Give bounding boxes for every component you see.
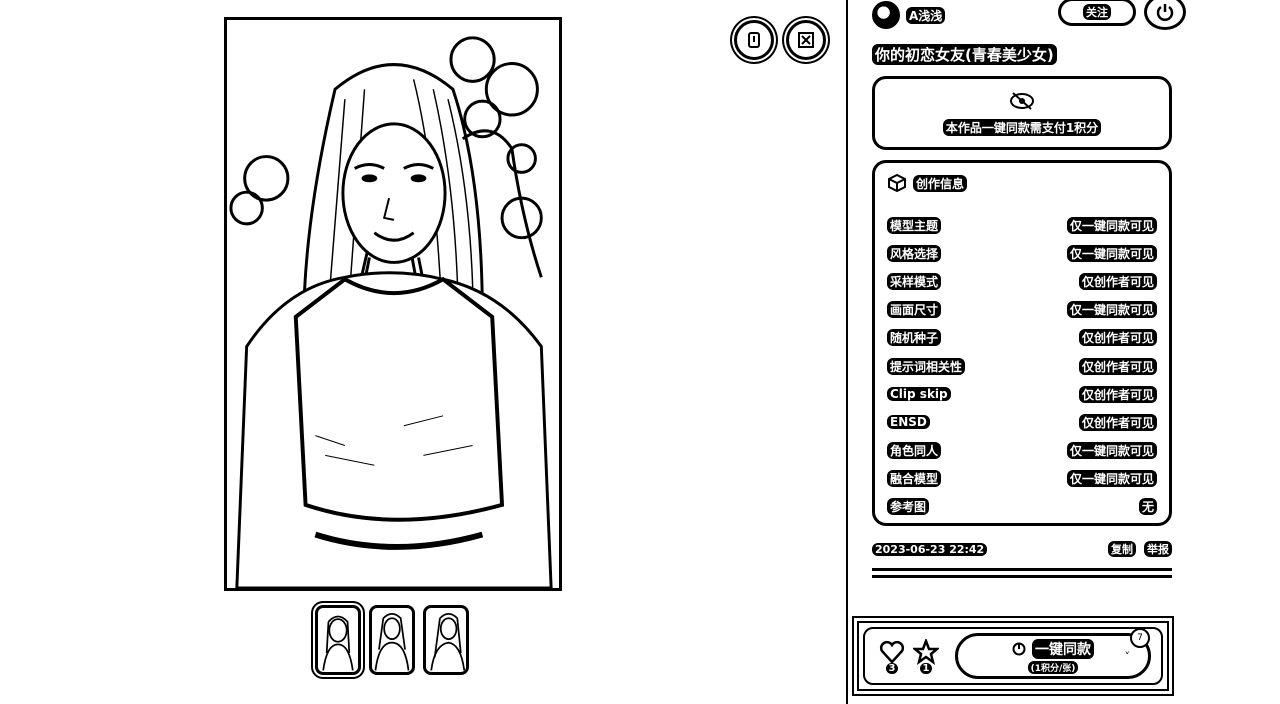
download-button[interactable] (734, 20, 774, 60)
publish-date: 2023-06-23 22:42 (872, 542, 988, 556)
info-row: 提示词相关性 仅创作者可见 (887, 352, 1157, 380)
info-value: 仅创作者可见 (1078, 357, 1157, 375)
work-title: 你的初恋女友(青春美少女) (872, 44, 1057, 65)
info-label: Clip skip (887, 387, 951, 402)
info-value: 仅创作者可见 (1078, 329, 1157, 347)
thumbnail-image (374, 613, 410, 671)
one-click-cost: (1积分/张) (1027, 660, 1079, 674)
fullscreen-button[interactable] (786, 20, 826, 60)
pay-notice: 本作品一键同款需支付1积分 (872, 76, 1172, 150)
thumbnail[interactable] (369, 605, 415, 675)
thumbnail[interactable] (315, 605, 361, 675)
follow-button[interactable]: 关注 (1058, 0, 1136, 26)
scrollbar[interactable] (872, 568, 1172, 578)
creation-info-header: 创作信息 (887, 173, 1157, 193)
share-link[interactable]: 复制 (1108, 541, 1136, 557)
thumbnail-image (430, 613, 466, 671)
one-click-generate-button[interactable]: 一键同款 (1积分/张) ˅ 7 (955, 628, 1151, 679)
portrait-illustration (227, 20, 559, 588)
panel-divider (846, 0, 848, 704)
avatar[interactable] (872, 1, 900, 29)
info-label: 风格选择 (887, 244, 942, 262)
info-label: ENSD (887, 415, 930, 430)
info-value: 仅创作者可见 (1078, 413, 1157, 431)
info-label: 采样模式 (887, 272, 942, 290)
main-area (0, 0, 846, 704)
info-row: Clip skip 仅创作者可见 (887, 380, 1157, 408)
info-value: 仅一键同款可见 (1066, 442, 1157, 460)
author-row: A浅浅 关注 (872, 0, 1186, 30)
chevron-down-icon[interactable]: ˅ (1125, 650, 1131, 663)
creation-info-title: 创作信息 (913, 174, 968, 192)
info-label: 参考图 (887, 498, 930, 516)
info-value: 仅一键同款可见 (1066, 301, 1157, 319)
info-label: 提示词相关性 (887, 357, 966, 375)
info-row: 采样模式 仅创作者可见 (887, 267, 1157, 295)
detail-panel: A浅浅 关注 你的初恋女友(青春美少女) 本作品一键同款需支付1积分 创作信息 … (852, 0, 1186, 704)
thumbnail[interactable] (423, 605, 469, 675)
main-image[interactable] (224, 17, 562, 591)
one-click-label: 一键同款 (1032, 638, 1094, 659)
info-row: 参考图 无 (887, 493, 1157, 521)
power-button[interactable] (1144, 0, 1186, 30)
like-button[interactable]: 3 (875, 639, 909, 674)
info-label: 融合模型 (887, 470, 942, 488)
info-row: ENSD 仅创作者可见 (887, 408, 1157, 436)
meta-row: 2023-06-23 22:42 复制 举报 (872, 541, 1172, 557)
info-value: 仅创作者可见 (1078, 385, 1157, 403)
download-icon (748, 32, 760, 48)
info-row: 随机种子 仅创作者可见 (887, 324, 1157, 352)
favorite-button[interactable]: 1 (909, 638, 943, 674)
author-name[interactable]: A浅浅 (906, 6, 946, 24)
thumbnail-image (322, 615, 354, 671)
cube-icon (888, 173, 906, 193)
info-value: 仅创作者可见 (1078, 272, 1157, 290)
info-value: 仅一键同款可见 (1066, 244, 1157, 262)
info-value: 仅一键同款可见 (1066, 216, 1157, 234)
power-icon (1012, 642, 1026, 655)
pay-text: 本作品一键同款需支付1积分 (942, 118, 1102, 136)
info-value: 仅一键同款可见 (1066, 470, 1157, 488)
info-row: 风格选择 仅一键同款可见 (887, 239, 1157, 267)
report-link[interactable]: 举报 (1144, 541, 1172, 557)
favorite-count: 1 (919, 662, 933, 674)
action-bar: 3 1 一键同款 (1积分/张) ˅ 7 (852, 616, 1174, 696)
eye-off-icon (1010, 91, 1034, 110)
info-label: 模型主题 (887, 216, 942, 234)
like-count: 3 (885, 662, 899, 674)
info-label: 画面尺寸 (887, 301, 942, 319)
info-row: 融合模型 仅一键同款可见 (887, 465, 1157, 493)
creation-info: 创作信息 模型主题 仅一键同款可见 风格选择 仅一键同款可见 采样模式 仅创作者可见 … (872, 160, 1172, 526)
heart-icon (879, 640, 905, 664)
power-icon (1156, 4, 1174, 21)
fullscreen-icon (798, 32, 814, 48)
info-value: 无 (1138, 498, 1157, 516)
follow-label: 关注 (1083, 4, 1111, 20)
info-label: 角色同人 (887, 442, 942, 460)
info-row: 角色同人 仅一键同款可见 (887, 437, 1157, 465)
star-icon (913, 638, 939, 665)
info-label: 随机种子 (887, 329, 942, 347)
count-badge: 7 (1130, 628, 1150, 648)
thumbnail-strip (315, 605, 469, 675)
info-row: 画面尺寸 仅一键同款可见 (887, 296, 1157, 324)
info-row: 模型主题 仅一键同款可见 (887, 211, 1157, 239)
one-click-label-row: 一键同款 (1012, 638, 1094, 659)
